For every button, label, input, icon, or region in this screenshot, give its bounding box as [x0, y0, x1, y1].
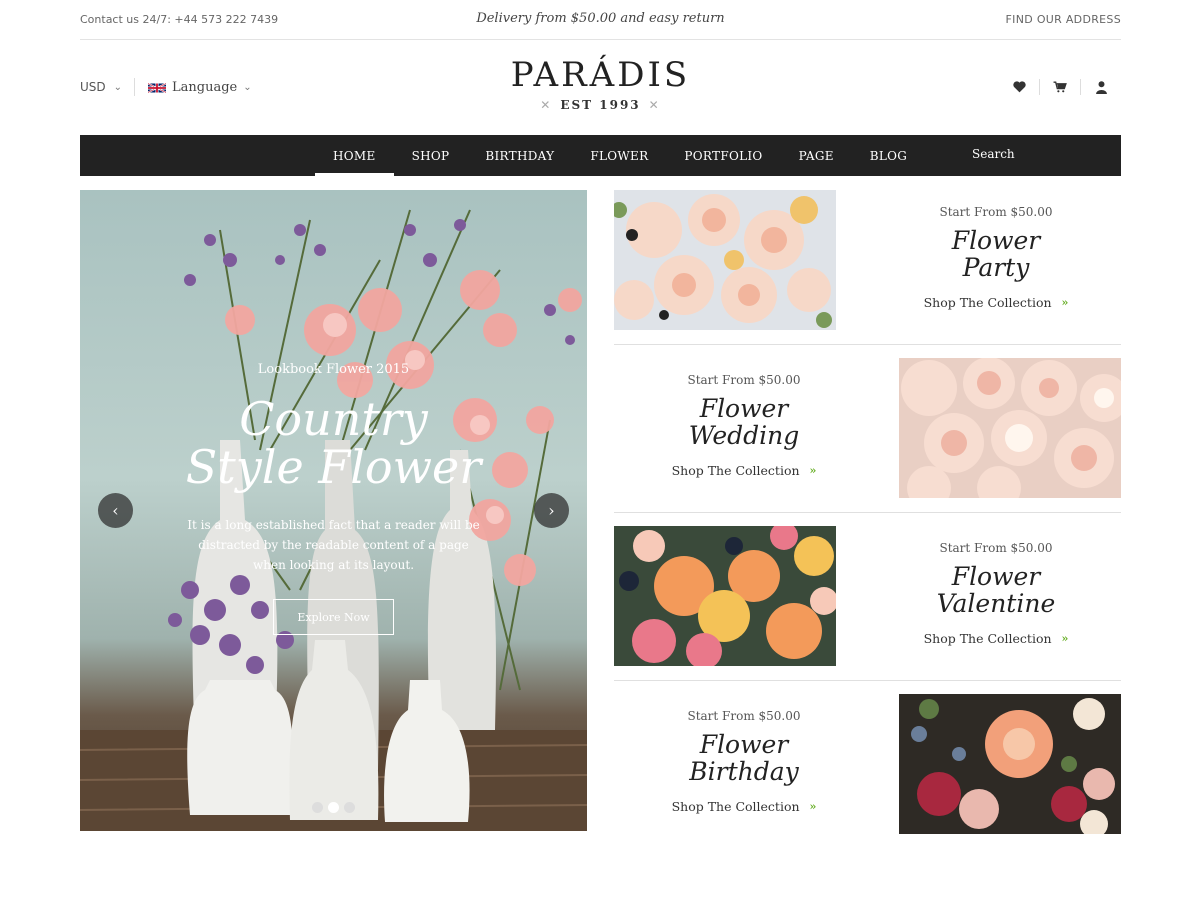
hero-title-line: Style Flower [185, 440, 482, 494]
nav-item-home[interactable]: HOME [315, 135, 394, 176]
explore-now-button[interactable]: Explore Now [273, 599, 394, 635]
collection-title: Flower Birthday [614, 731, 874, 785]
slider-prev-button[interactable]: ‹ [98, 493, 133, 528]
collection-info: Start From $50.00 Flower Birthday Shop T… [614, 694, 874, 834]
nav-item-flower[interactable]: FLOWER [572, 135, 666, 176]
hero-title: Country Style Flower [80, 395, 587, 491]
collection-info: Start From $50.00 Flower Valentine Shop … [866, 526, 1126, 666]
collection-image[interactable] [899, 694, 1121, 834]
logo-tagline: ✕ EST 1993 ✕ [80, 98, 1121, 112]
site-logo[interactable]: PARÁDIS ✕ EST 1993 ✕ [80, 58, 1121, 112]
nav-item-portfolio[interactable]: PORTFOLIO [666, 135, 780, 176]
shop-collection-link[interactable]: Shop The Collection » [614, 799, 874, 814]
divider [614, 344, 1121, 345]
nav-item-blog[interactable]: BLOG [852, 135, 925, 176]
collection-card-party: Start From $50.00 Flower Party Shop The … [614, 190, 1121, 345]
decor-x-icon: ✕ [648, 98, 661, 112]
collection-card-wedding: Start From $50.00 Flower Wedding Shop Th… [614, 358, 1121, 513]
shop-collection-link[interactable]: Shop The Collection » [866, 295, 1126, 310]
hero-image [80, 209, 587, 831]
collection-title-line: Flower [699, 394, 789, 423]
collection-title-line: Flower [699, 730, 789, 759]
find-address-link[interactable]: FIND OUR ADDRESS [1006, 13, 1121, 26]
collection-info: Start From $50.00 Flower Wedding Shop Th… [614, 358, 874, 498]
collection-image[interactable] [899, 358, 1121, 498]
logo-text: PARÁDIS [510, 55, 691, 95]
collection-image[interactable] [614, 190, 836, 330]
shop-collection-link[interactable]: Shop The Collection » [614, 463, 874, 478]
chevron-right-icon: › [548, 501, 555, 520]
collection-title-line: Flower [951, 562, 1041, 591]
shop-collection-label: Shop The Collection [671, 799, 800, 814]
collection-title-line: Valentine [936, 589, 1056, 618]
delivery-promo: Delivery from $50.00 and easy return [476, 11, 725, 26]
collection-price: Start From $50.00 [939, 541, 1053, 555]
collection-card-birthday: Start From $50.00 Flower Birthday Shop T… [614, 694, 1121, 849]
nav-item-birthday[interactable]: BIRTHDAY [467, 135, 572, 176]
double-chevron-right-icon: » [1061, 296, 1069, 309]
cart-icon[interactable] [1040, 78, 1080, 96]
hero-title-line: Country [239, 392, 428, 446]
collection-title: Flower Party [866, 227, 1126, 281]
slider-dots [312, 802, 355, 813]
main-nav: HOME SHOP BIRTHDAY FLOWER PORTFOLIO PAGE… [80, 135, 1121, 176]
hero-subtitle: Lookbook Flower 2015 [257, 362, 410, 377]
site-header: USD ⌄ Language ⌄ PARÁDIS ✕ EST 1993 ✕ [80, 40, 1121, 135]
shop-collection-label: Shop The Collection [671, 463, 800, 478]
shop-collection-link[interactable]: Shop The Collection » [866, 631, 1126, 646]
slider-dot[interactable] [344, 802, 355, 813]
top-bar: Contact us 24/7: +44 573 222 7439 Delive… [80, 0, 1121, 40]
divider [614, 680, 1121, 681]
user-icon[interactable] [1081, 78, 1121, 96]
slider-dot-active[interactable] [328, 802, 339, 813]
collection-info: Start From $50.00 Flower Party Shop The … [866, 190, 1126, 330]
collection-price: Start From $50.00 [687, 709, 801, 723]
collection-title: Flower Valentine [866, 563, 1126, 617]
double-chevron-right-icon: » [1061, 632, 1069, 645]
nav-item-shop[interactable]: SHOP [394, 135, 468, 176]
header-icons [999, 78, 1121, 96]
collection-title-line: Wedding [688, 421, 800, 450]
collection-title: Flower Wedding [614, 395, 874, 449]
collection-title-line: Birthday [689, 757, 799, 786]
divider [614, 512, 1121, 513]
collection-title-line: Party [962, 253, 1030, 282]
shop-collection-label: Shop The Collection [923, 631, 1052, 646]
collection-title-line: Flower [951, 226, 1041, 255]
collection-price: Start From $50.00 [687, 373, 801, 387]
nav-menu: HOME SHOP BIRTHDAY FLOWER PORTFOLIO PAGE… [315, 135, 925, 176]
chevron-left-icon: ‹ [112, 501, 119, 520]
hero-slider: Lookbook Flower 2015 Country Style Flowe… [80, 190, 587, 831]
collection-card-valentine: Start From $50.00 Flower Valentine Shop … [614, 526, 1121, 681]
est-text: EST 1993 [560, 98, 641, 112]
heart-icon[interactable] [999, 78, 1039, 96]
double-chevron-right-icon: » [809, 464, 817, 477]
decor-x-icon: ✕ [540, 98, 553, 112]
double-chevron-right-icon: » [809, 800, 817, 813]
nav-item-page[interactable]: PAGE [781, 135, 852, 176]
slider-dot[interactable] [312, 802, 323, 813]
collection-image[interactable] [614, 526, 836, 666]
search-link[interactable]: Search [972, 147, 1015, 161]
hero-description: It is a long established fact that a rea… [187, 518, 480, 572]
slider-next-button[interactable]: › [534, 493, 569, 528]
shop-collection-label: Shop The Collection [923, 295, 1052, 310]
collection-price: Start From $50.00 [939, 205, 1053, 219]
